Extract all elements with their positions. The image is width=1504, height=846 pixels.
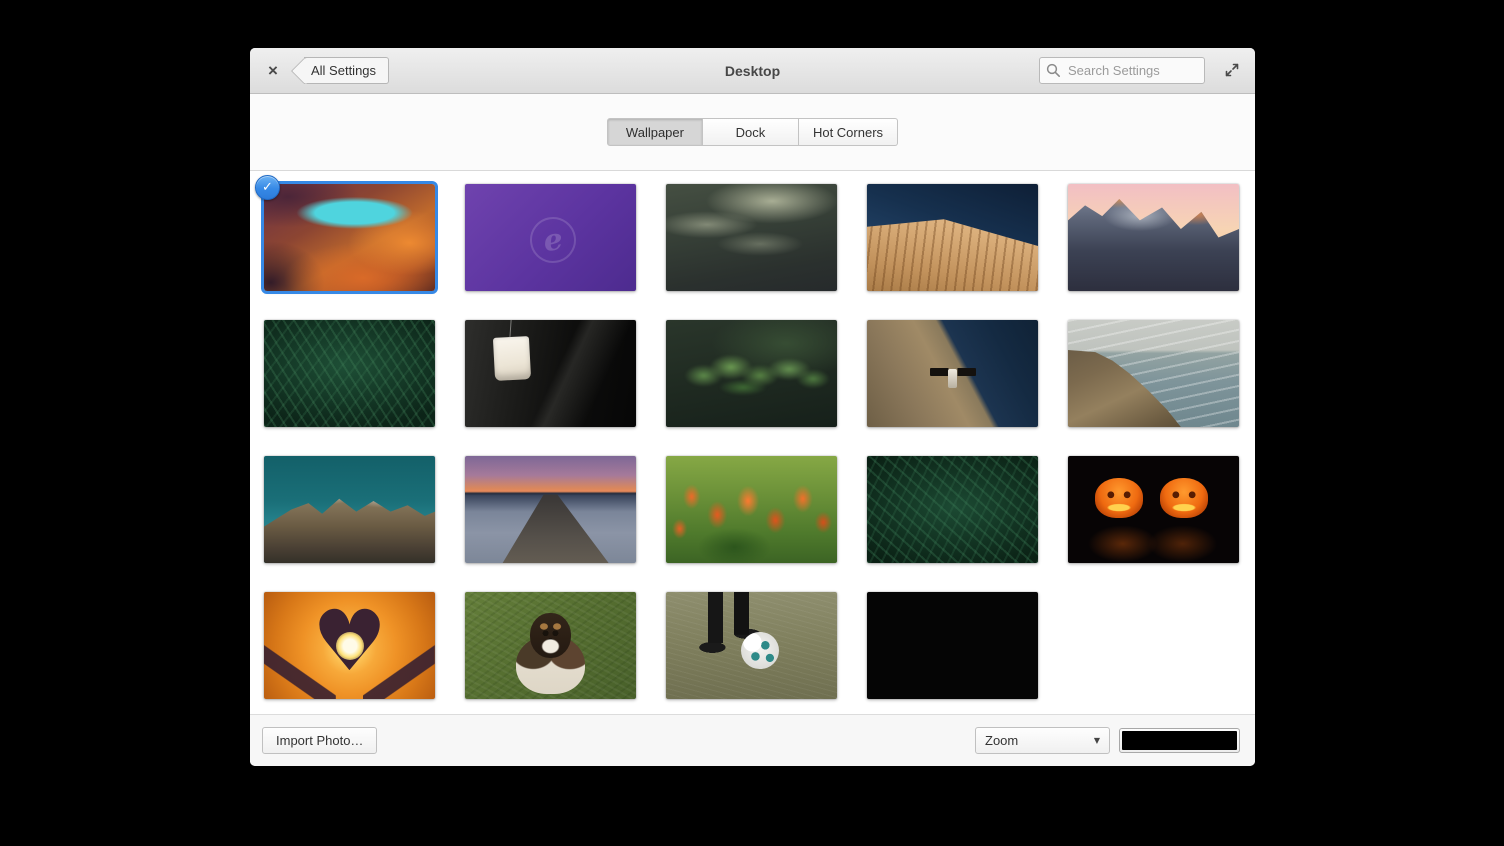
tab-wallpaper[interactable]: Wallpaper xyxy=(607,118,703,146)
wallpaper-coastal-cliff[interactable] xyxy=(1068,320,1239,427)
wallpaper-image-paper-lantern xyxy=(465,320,636,427)
close-icon: × xyxy=(268,61,278,80)
search-field-wrap xyxy=(1039,57,1205,84)
search-icon xyxy=(1046,63,1061,78)
all-settings-back-button[interactable]: All Settings xyxy=(304,57,389,84)
wallpaper-sunset-peaks[interactable] xyxy=(1068,184,1239,291)
background-color-swatch[interactable] xyxy=(1119,728,1240,753)
wallpaper-jack-o-lanterns[interactable] xyxy=(1068,456,1239,563)
mode-switcher: Wallpaper Dock Hot Corners xyxy=(607,118,898,146)
page-title: Desktop xyxy=(725,63,780,79)
wallpaper-heart-hands-sunset[interactable] xyxy=(264,592,435,699)
wallpaper-image-elementary-purple xyxy=(465,184,636,291)
wallpaper-soccer-ball[interactable] xyxy=(666,592,837,699)
wallpaper-dusk-pier[interactable] xyxy=(465,456,636,563)
wallpaper-image-snowy-mountains xyxy=(264,456,435,563)
wallpaper-grid: ✓ xyxy=(250,171,1255,714)
wallpaper-image-sunset-peaks xyxy=(1068,184,1239,291)
tab-strip: Wallpaper Dock Hot Corners xyxy=(250,94,1255,171)
wallpaper-boardwalk-water[interactable] xyxy=(867,184,1038,291)
wallpaper-image-coastal-cliff xyxy=(1068,320,1239,427)
wallpaper-image-fern-leaves xyxy=(867,456,1038,563)
wallpaper-puppy-grass[interactable] xyxy=(465,592,636,699)
wallpaper-fern-leaves[interactable] xyxy=(867,456,1038,563)
wallpaper-image-satellite-coast xyxy=(867,320,1038,427)
selected-check-icon: ✓ xyxy=(255,175,280,200)
color-swatch-fill xyxy=(1122,731,1237,750)
scaling-mode-value: Zoom xyxy=(985,733,1018,748)
wallpaper-solid-black[interactable] xyxy=(867,592,1038,699)
wallpaper-image-soccer-ball xyxy=(666,592,837,699)
wallpaper-image-misty-forest xyxy=(666,184,837,291)
wallpaper-image-jack-o-lanterns xyxy=(1068,456,1239,563)
wallpaper-image-puppy-grass xyxy=(465,592,636,699)
search-input[interactable] xyxy=(1039,57,1205,84)
wallpaper-image-dusk-pier xyxy=(465,456,636,563)
wallpaper-image-boardwalk-water xyxy=(867,184,1038,291)
tab-hot-corners[interactable]: Hot Corners xyxy=(799,118,898,146)
wallpaper-image-solid-black xyxy=(867,592,1038,699)
import-photo-button[interactable]: Import Photo… xyxy=(262,727,377,754)
wallpaper-antelope-canyon[interactable]: ✓ xyxy=(264,184,435,291)
wallpaper-orange-tulips[interactable] xyxy=(666,456,837,563)
wallpaper-image-pine-branch xyxy=(666,320,837,427)
wallpaper-image-antelope-canyon xyxy=(264,184,435,291)
footer-bar: Import Photo… Zoom ▼ xyxy=(250,714,1255,766)
wallpaper-image-heart-hands-sunset xyxy=(264,592,435,699)
header-bar: × All Settings Desktop xyxy=(250,48,1255,94)
maximize-button[interactable] xyxy=(1221,60,1243,82)
chevron-down-icon: ▼ xyxy=(1094,736,1100,745)
diagonal-expand-icon xyxy=(1224,62,1240,78)
wallpaper-elementary-purple[interactable] xyxy=(465,184,636,291)
close-button[interactable]: × xyxy=(262,60,284,82)
wallpaper-image-dark-ferns xyxy=(264,320,435,427)
scaling-mode-dropdown[interactable]: Zoom ▼ xyxy=(975,727,1110,754)
tab-dock[interactable]: Dock xyxy=(703,118,799,146)
settings-window: × All Settings Desktop Wallp xyxy=(250,48,1255,766)
wallpaper-snowy-mountains[interactable] xyxy=(264,456,435,563)
wallpaper-satellite-coast[interactable] xyxy=(867,320,1038,427)
wallpaper-misty-forest[interactable] xyxy=(666,184,837,291)
wallpaper-paper-lantern[interactable] xyxy=(465,320,636,427)
wallpaper-pine-branch[interactable] xyxy=(666,320,837,427)
back-button-label: All Settings xyxy=(311,63,376,78)
wallpaper-dark-ferns[interactable] xyxy=(264,320,435,427)
wallpaper-image-orange-tulips xyxy=(666,456,837,563)
